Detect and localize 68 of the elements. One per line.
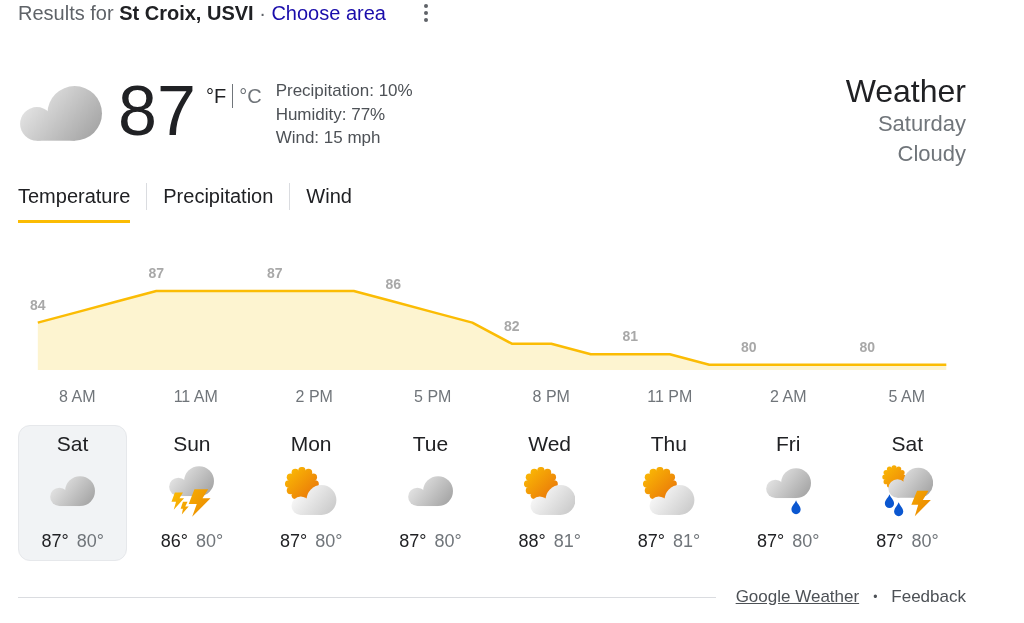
day-name: Wed bbox=[528, 433, 572, 455]
time-label: 5 PM bbox=[414, 388, 452, 405]
unit-toggle[interactable]: °C bbox=[239, 84, 262, 108]
time-label: 11 AM bbox=[173, 388, 218, 405]
value-label: 87 bbox=[148, 265, 165, 281]
time-label: 11 PM bbox=[647, 388, 693, 405]
low-temperature: 80° bbox=[792, 531, 820, 551]
time-label: 2 AM bbox=[770, 388, 807, 405]
cloud-lightning-icon bbox=[168, 464, 216, 518]
day-name: Sun bbox=[173, 433, 211, 455]
high-temperature: 87° bbox=[876, 531, 904, 551]
weather-detail: Humidity: 77% bbox=[275, 103, 387, 126]
time-label: 8 PM bbox=[532, 388, 570, 405]
low-temperature: 80° bbox=[911, 531, 939, 551]
day-name: Sat bbox=[56, 433, 89, 455]
day-name: Mon bbox=[290, 433, 332, 455]
day-name: Tue bbox=[412, 433, 449, 455]
cloud-icon bbox=[18, 84, 105, 143]
choose-area-link[interactable]: Choose area bbox=[271, 2, 386, 24]
low-temperature: 80° bbox=[76, 531, 104, 551]
time-label: 2 PM bbox=[295, 388, 333, 405]
separator-dot: • bbox=[873, 589, 878, 606]
high-temperature: 87° bbox=[756, 531, 785, 551]
high-temperature: 86° bbox=[160, 531, 188, 551]
day-card[interactable]: Sat 87° 80° bbox=[18, 425, 128, 561]
low-temperature: 81° bbox=[553, 531, 581, 551]
value-label: 82 bbox=[503, 317, 520, 334]
day-name: Fri bbox=[775, 433, 801, 455]
chart-tab[interactable]: Wind bbox=[306, 180, 352, 223]
high-temperature: 87° bbox=[279, 531, 308, 551]
google-weather-link[interactable]: Google Weather bbox=[735, 585, 860, 609]
time-label: 5 AM bbox=[888, 388, 925, 405]
sun-cloud-icon bbox=[643, 467, 695, 515]
value-label: 84 bbox=[29, 296, 46, 313]
condition-label: Cloudy bbox=[897, 139, 966, 168]
results-text: Results for St Croix, USVI · Choose area bbox=[18, 1, 386, 26]
current-temperature: 87 bbox=[118, 76, 196, 146]
value-label: 80 bbox=[859, 338, 876, 355]
day-name: Thu bbox=[650, 433, 687, 455]
high-temperature: 87° bbox=[41, 531, 69, 551]
high-temperature: 88° bbox=[518, 531, 546, 551]
weather-detail: Wind: 15 mph bbox=[275, 127, 382, 149]
value-label: 81 bbox=[622, 328, 639, 345]
chart-tab[interactable]: Temperature bbox=[18, 180, 131, 223]
cloud-icon bbox=[406, 474, 454, 508]
time-label: 8 AM bbox=[59, 388, 96, 405]
low-temperature: 80° bbox=[434, 531, 462, 551]
feedback-link[interactable]: Feedback bbox=[891, 585, 966, 609]
unit-toggle[interactable]: °F bbox=[205, 84, 227, 108]
low-temperature: 80° bbox=[315, 531, 343, 551]
value-label: 80 bbox=[740, 338, 757, 355]
more-options-icon[interactable] bbox=[423, 4, 428, 22]
sun-cloud-rain-lightning-icon bbox=[881, 465, 933, 517]
chart-tab[interactable]: Precipitation bbox=[163, 180, 274, 223]
weather-detail: Precipitation: 10% bbox=[275, 80, 413, 102]
day-name: Sat bbox=[891, 433, 924, 455]
sun-cloud-icon bbox=[285, 467, 337, 515]
cloud-icon bbox=[49, 474, 97, 508]
low-temperature: 80° bbox=[195, 531, 224, 551]
sun-cloud-icon bbox=[523, 467, 576, 515]
high-temperature: 87° bbox=[399, 531, 427, 551]
value-label: 86 bbox=[385, 275, 402, 292]
weather-title: Weather bbox=[845, 73, 966, 109]
value-label: 87 bbox=[266, 265, 283, 281]
cloud-raindrop-icon bbox=[764, 466, 812, 516]
high-temperature: 87° bbox=[637, 531, 665, 551]
low-temperature: 81° bbox=[672, 531, 701, 551]
day-label: Saturday bbox=[877, 110, 966, 138]
